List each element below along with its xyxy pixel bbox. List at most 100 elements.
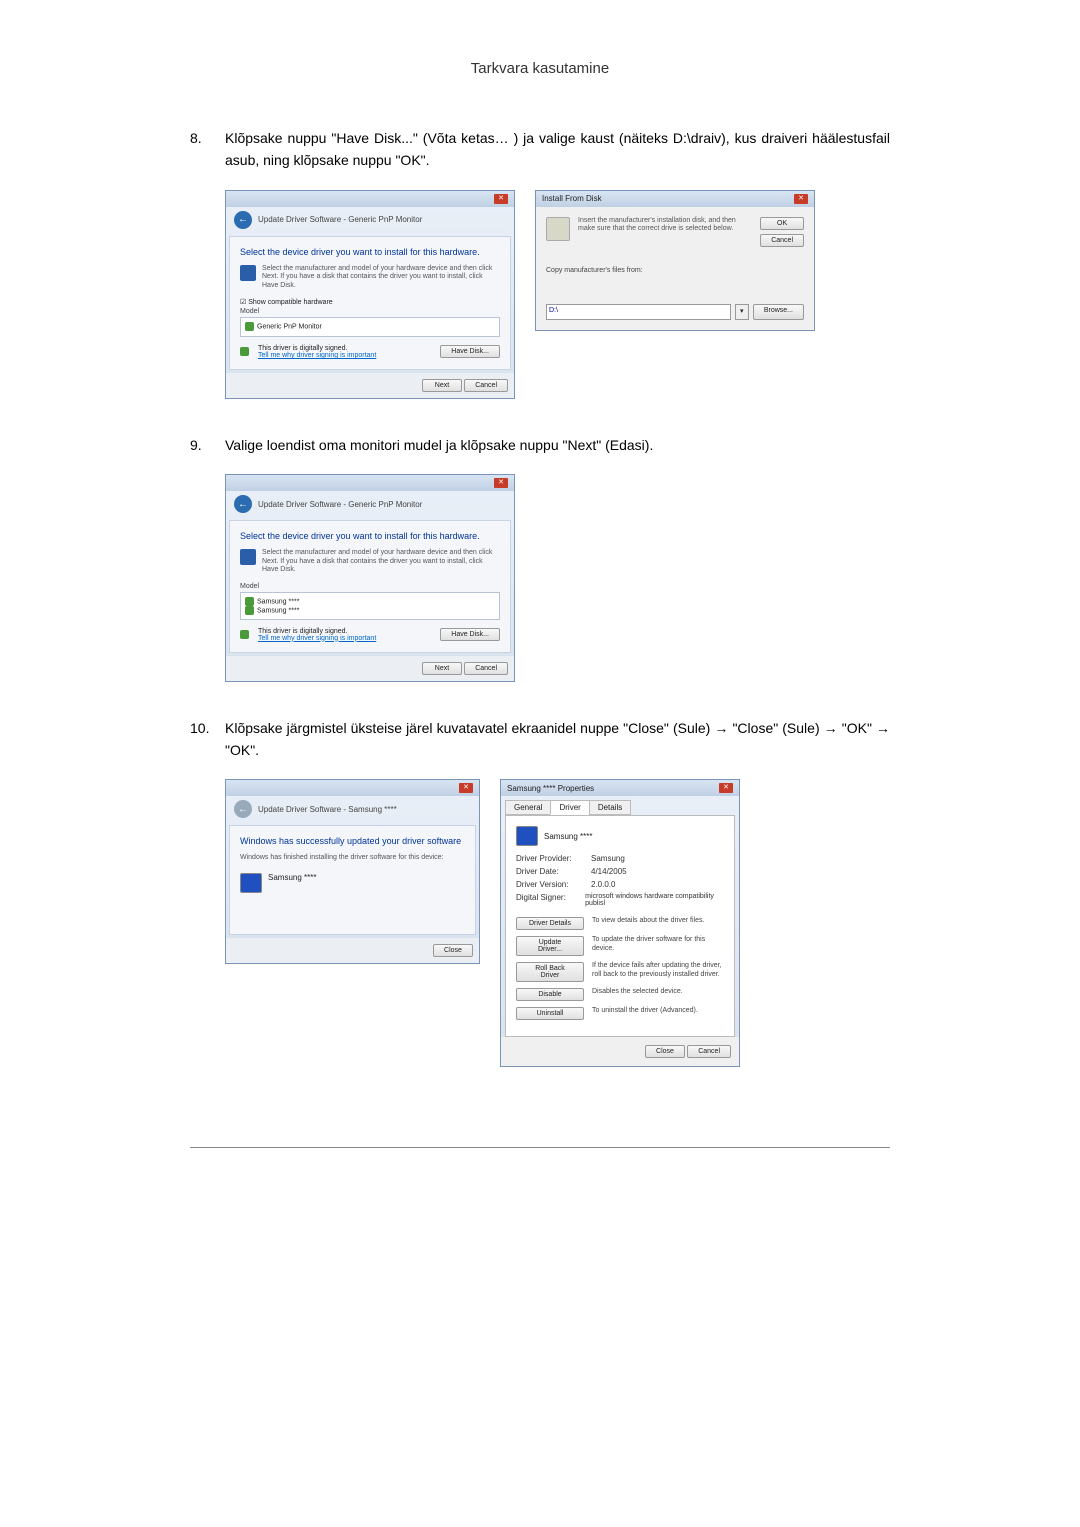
version-value: 2.0.0.0	[591, 880, 615, 889]
ok-button[interactable]: OK	[760, 217, 804, 230]
next-button[interactable]: Next	[422, 379, 462, 392]
device-name: Samsung ****	[268, 873, 316, 893]
footer-rule	[190, 1147, 890, 1148]
help-text: Select the manufacturer and model of you…	[262, 265, 500, 290]
dialog-title: Update Driver Software - Generic PnP Mon…	[258, 215, 422, 224]
back-icon[interactable]: ←	[234, 495, 252, 513]
dialog-title: Update Driver Software - Samsung ****	[258, 805, 397, 814]
signer-value: microsoft windows hardware compatibility…	[585, 893, 724, 907]
cancel-button[interactable]: Cancel	[760, 234, 804, 247]
page-title: Tarkvara kasutamine	[190, 60, 890, 77]
shield-icon	[245, 597, 254, 606]
titlebar: Samsung **** Properties ✕	[501, 780, 739, 796]
signed-text: This driver is digitally signed.	[258, 628, 434, 635]
cancel-button[interactable]: Cancel	[464, 379, 508, 392]
step-num: 10.	[190, 717, 225, 762]
close-icon[interactable]: ✕	[719, 783, 733, 793]
dialog-title: Install From Disk	[542, 194, 602, 203]
install-text: Insert the manufacturer's installation d…	[578, 217, 752, 247]
titlebar: ✕	[226, 475, 514, 491]
list-item[interactable]: Generic PnP Monitor	[245, 322, 495, 331]
model-label: Model	[240, 308, 500, 315]
breadcrumb: ← Update Driver Software - Generic PnP M…	[226, 207, 514, 233]
titlebar: Install From Disk ✕	[536, 191, 814, 207]
rollback-desc: If the device fails after updating the d…	[592, 962, 724, 979]
update-success-dialog: ✕ ← Update Driver Software - Samsung ***…	[225, 779, 480, 964]
disable-button[interactable]: Disable	[516, 988, 584, 1001]
dialog-heading: Select the device driver you want to ins…	[240, 531, 500, 541]
path-input[interactable]: D:\	[546, 304, 731, 320]
cancel-button[interactable]: Cancel	[687, 1045, 731, 1058]
have-disk-button[interactable]: Have Disk...	[440, 345, 500, 358]
browse-button[interactable]: Browse...	[753, 304, 804, 320]
close-button[interactable]: Close	[433, 944, 473, 957]
step-10: 10. Klõpsake järgmistel üksteise järel k…	[190, 717, 890, 762]
provider-label: Driver Provider:	[516, 854, 591, 863]
close-icon[interactable]: ✕	[794, 194, 808, 204]
device-icon	[240, 265, 256, 281]
rollback-button[interactable]: Roll Back Driver	[516, 962, 584, 982]
back-icon: ←	[234, 800, 252, 818]
tab-details[interactable]: Details	[589, 800, 631, 815]
disk-icon	[546, 217, 570, 241]
back-icon[interactable]: ←	[234, 211, 252, 229]
titlebar: ✕	[226, 191, 514, 207]
update-driver-button[interactable]: Update Driver...	[516, 936, 584, 956]
step-text: Klõpsake nuppu "Have Disk..." (Võta keta…	[225, 127, 890, 172]
install-from-disk-dialog: Install From Disk ✕ Insert the manufactu…	[535, 190, 815, 331]
model-list[interactable]: Generic PnP Monitor	[240, 317, 500, 337]
close-button[interactable]: Close	[645, 1045, 685, 1058]
model-list[interactable]: Samsung **** Samsung ****	[240, 592, 500, 620]
signer-label: Digital Signer:	[516, 893, 585, 907]
step-num: 8.	[190, 127, 225, 172]
provider-value: Samsung	[591, 854, 625, 863]
shield-icon	[240, 347, 249, 356]
close-icon[interactable]: ✕	[494, 478, 508, 488]
properties-dialog: Samsung **** Properties ✕ General Driver…	[500, 779, 740, 1067]
step-9: 9. Valige loendist oma monitori mudel ja…	[190, 434, 890, 456]
dropdown-icon[interactable]: ▾	[735, 304, 749, 320]
device-name: Samsung ****	[544, 832, 592, 841]
shield-icon	[240, 630, 249, 639]
cancel-button[interactable]: Cancel	[464, 662, 508, 675]
shield-icon	[245, 322, 254, 331]
shield-icon	[245, 606, 254, 615]
success-sub: Windows has finished installing the driv…	[240, 854, 465, 862]
signed-text: This driver is digitally signed.	[258, 345, 434, 352]
tab-driver[interactable]: Driver	[550, 800, 589, 815]
next-button[interactable]: Next	[422, 662, 462, 675]
step-text: Klõpsake järgmistel üksteise järel kuvat…	[225, 717, 890, 762]
update-driver-dialog: ✕ ← Update Driver Software - Generic PnP…	[225, 190, 515, 399]
close-icon[interactable]: ✕	[459, 783, 473, 793]
version-label: Driver Version:	[516, 880, 591, 889]
breadcrumb: ← Update Driver Software - Samsung ****	[226, 796, 479, 822]
driver-details-button[interactable]: Driver Details	[516, 917, 584, 930]
tab-general[interactable]: General	[505, 800, 551, 815]
model-label: Model	[240, 583, 500, 590]
date-label: Driver Date:	[516, 867, 591, 876]
step-num: 9.	[190, 434, 225, 456]
help-text: Select the manufacturer and model of you…	[262, 549, 500, 574]
success-heading: Windows has successfully updated your dr…	[240, 836, 465, 846]
monitor-icon	[240, 873, 262, 893]
checkbox-label[interactable]: ☑ Show compatible hardware	[240, 298, 500, 306]
details-desc: To view details about the driver files.	[592, 917, 724, 925]
device-icon	[240, 549, 256, 565]
dialog-title: Samsung **** Properties	[507, 784, 594, 793]
signing-link[interactable]: Tell me why driver signing is important	[258, 352, 434, 359]
dialog-heading: Select the device driver you want to ins…	[240, 247, 500, 257]
update-desc: To update the driver software for this d…	[592, 936, 724, 953]
step-text: Valige loendist oma monitori mudel ja kl…	[225, 434, 890, 456]
signing-link[interactable]: Tell me why driver signing is important	[258, 635, 434, 642]
close-icon[interactable]: ✕	[494, 194, 508, 204]
copy-from-label: Copy manufacturer's files from:	[546, 267, 804, 274]
titlebar: ✕	[226, 780, 479, 796]
step-8: 8. Klõpsake nuppu "Have Disk..." (Võta k…	[190, 127, 890, 172]
list-item[interactable]: Samsung ****	[245, 606, 495, 615]
update-driver-dialog-2: ✕ ← Update Driver Software - Generic PnP…	[225, 474, 515, 681]
list-item[interactable]: Samsung ****	[245, 597, 495, 606]
monitor-icon	[516, 826, 538, 846]
uninstall-button[interactable]: Uninstall	[516, 1007, 584, 1020]
have-disk-button[interactable]: Have Disk...	[440, 628, 500, 641]
dialog-title: Update Driver Software - Generic PnP Mon…	[258, 500, 422, 509]
